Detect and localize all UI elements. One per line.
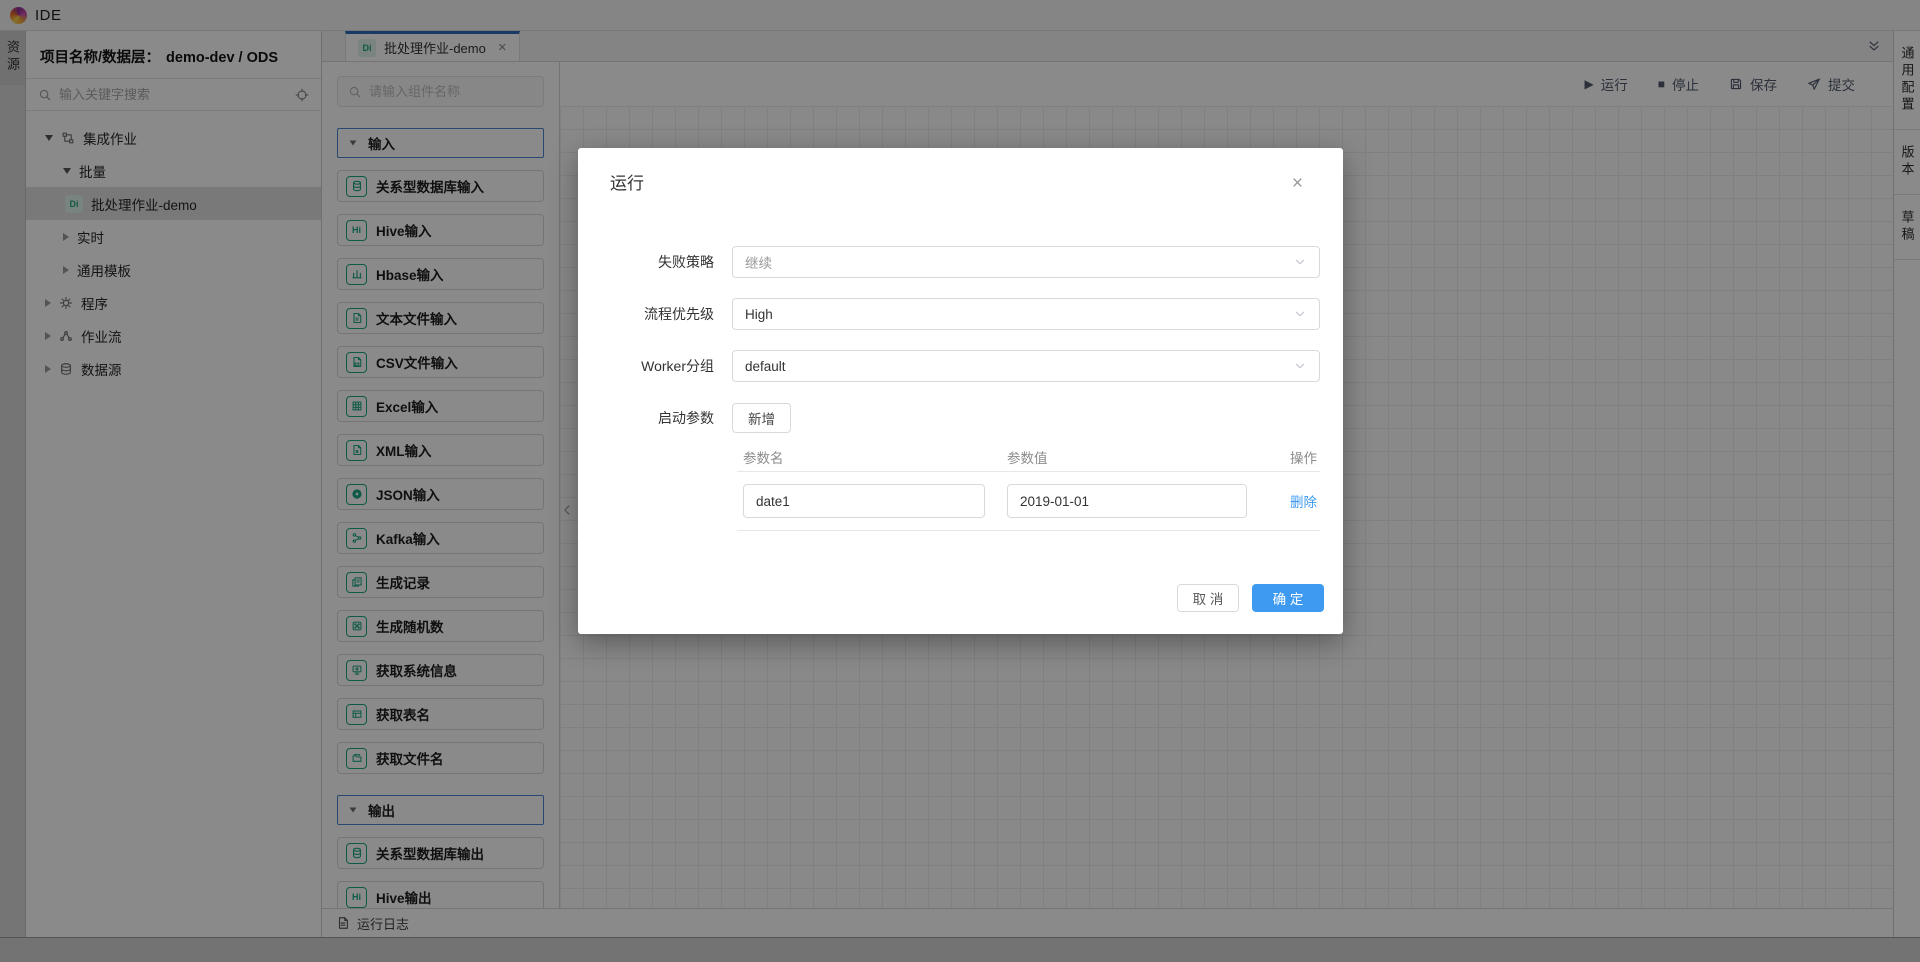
worker-group-select[interactable]: default [732, 350, 1320, 382]
param-value-input[interactable] [1007, 484, 1247, 518]
chevron-down-icon [1293, 307, 1307, 321]
select-value: High [745, 307, 1293, 322]
add-param-button[interactable]: 新增 [732, 403, 791, 433]
field-label-startup-params: 启动参数 [578, 408, 714, 428]
select-value: default [745, 359, 1293, 374]
field-label-failure-strategy: 失败策略 [578, 252, 714, 272]
cancel-button[interactable]: 取 消 [1177, 584, 1239, 612]
chevron-down-icon [1293, 255, 1307, 269]
failure-strategy-select[interactable]: 继续 [732, 246, 1320, 278]
column-header-param-name: 参数名 [737, 447, 1001, 467]
app-window: IDE 资源 项目名称/数据层：demo-dev / ODS 集成 [0, 0, 1920, 962]
column-header-param-value: 参数值 [1001, 447, 1264, 467]
param-row: 删除 [737, 472, 1320, 531]
field-label-worker-group: Worker分组 [578, 356, 714, 376]
column-header-actions: 操作 [1264, 447, 1320, 467]
param-name-input[interactable] [743, 484, 985, 518]
select-value: 继续 [745, 252, 1293, 272]
close-icon[interactable]: × [1292, 174, 1303, 193]
priority-select[interactable]: High [732, 298, 1320, 330]
dialog-title: 运行 [610, 172, 1311, 196]
delete-param-link[interactable]: 删除 [1290, 495, 1317, 510]
ok-button[interactable]: 确 定 [1252, 584, 1324, 612]
field-label-priority: 流程优先级 [578, 304, 714, 324]
params-table: 参数名 参数值 操作 删除 [737, 442, 1320, 531]
chevron-down-icon [1293, 359, 1307, 373]
run-dialog: 运行 × 失败策略 继续 流程优先级 High [578, 148, 1343, 634]
